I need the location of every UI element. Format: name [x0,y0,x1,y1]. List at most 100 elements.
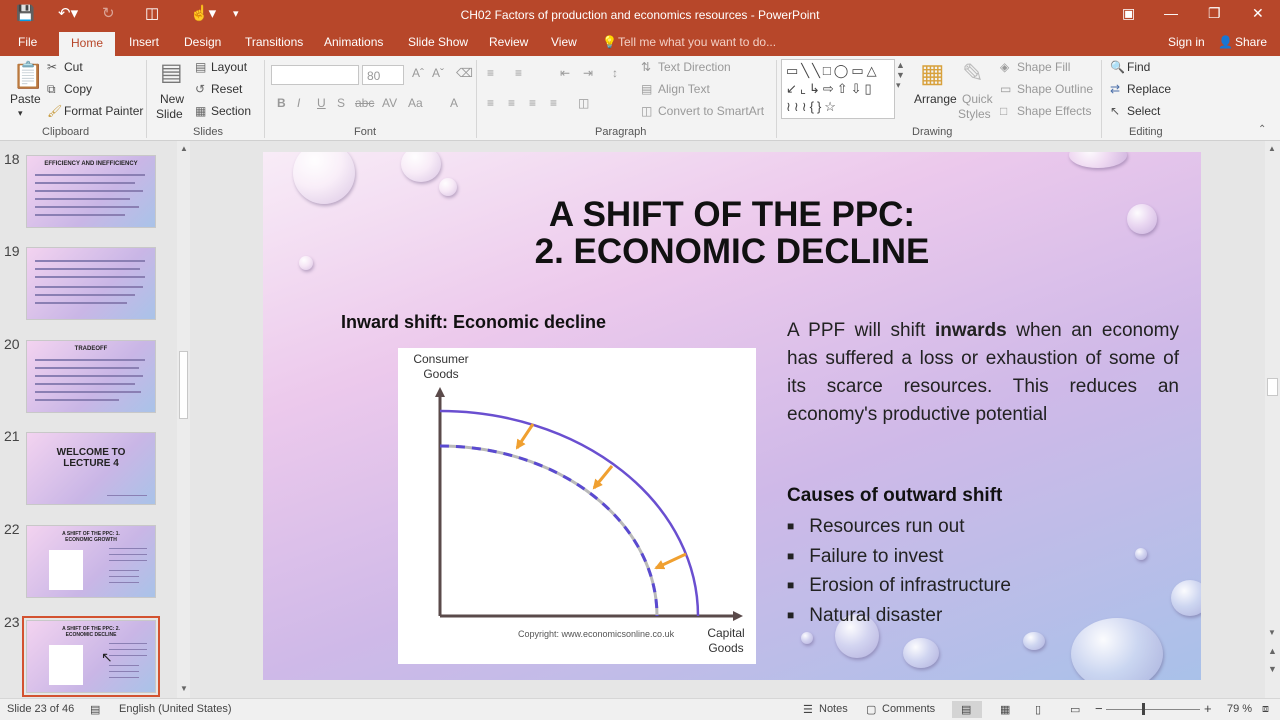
slide-sorter-icon[interactable]: ▦ [1000,703,1010,716]
zoom-slider-track[interactable] [1106,709,1200,710]
align-left-icon[interactable]: ≡ [487,96,494,110]
italic-icon[interactable]: I [297,96,300,110]
slide[interactable]: A SHIFT OF THE PPC: 2. ECONOMIC DECLINE … [263,152,1201,680]
slide-thumbnail-18[interactable]: EFFICIENCY AND INEFFICIENCY [26,155,156,228]
slide-thumbnail-20[interactable]: TRADEOFF [26,340,156,413]
minimize-icon[interactable]: — [1164,5,1178,21]
font-color-icon[interactable]: A [450,96,458,110]
tab-review[interactable]: Review [489,35,528,49]
font-name-input[interactable] [271,65,359,85]
scrollbar-thumb[interactable] [1267,378,1278,396]
slide-title[interactable]: A SHIFT OF THE PPC: 2. ECONOMIC DECLINE [463,196,1001,270]
decrease-indent-icon[interactable]: ⇤ [560,66,570,80]
char-spacing-icon[interactable]: AV [382,96,397,110]
ppc-chart-image[interactable]: Consumer Goods Capital Goods Copyright: … [398,348,756,664]
strikethrough-icon[interactable]: abc [355,96,374,110]
text-direction-button[interactable]: Text Direction [658,60,731,74]
find-icon[interactable]: 🔍 [1110,60,1125,74]
copy-button[interactable]: Copy [64,82,92,96]
new-slide-icon[interactable]: ▤ [160,58,183,87]
tab-file[interactable]: File [18,35,37,49]
quick-styles-button[interactable]: Quick [962,92,993,106]
slide-thumbnail-19[interactable] [26,247,156,320]
shape-outline-button[interactable]: Shape Outline [1017,82,1093,96]
numbering-icon[interactable]: ≡ [515,66,522,80]
scroll-down-icon[interactable]: ▼ [1268,628,1276,637]
explanation-paragraph[interactable]: A PPF will shift inwards when an economy… [787,317,1179,429]
justify-icon[interactable]: ≡ [550,96,557,110]
comments-button[interactable]: Comments [882,703,935,715]
scroll-up-icon[interactable]: ▲ [1268,144,1276,153]
arrange-button[interactable]: Arrange [914,92,957,106]
close-icon[interactable]: ✕ [1252,5,1264,22]
new-slide-label[interactable]: Slide [156,107,183,121]
reading-view-icon[interactable]: ▯ [1035,703,1041,716]
causes-list[interactable]: ■ Resources run out ■ Failure to invest ■ E… [787,512,1011,630]
paste-button[interactable]: Paste [10,92,41,106]
next-slide-icon[interactable]: ▼ [1268,664,1277,674]
paste-icon[interactable]: 📋 [12,60,44,91]
find-button[interactable]: Find [1127,60,1150,74]
zoom-slider-thumb[interactable] [1142,703,1145,715]
tab-transitions[interactable]: Transitions [245,35,303,49]
language-indicator[interactable]: English (United States) [119,703,232,715]
increase-indent-icon[interactable]: ⇥ [583,66,593,80]
tab-design[interactable]: Design [184,35,221,49]
cut-button[interactable]: Cut [64,60,83,74]
change-case-icon[interactable]: Aa [408,96,423,110]
sign-in-link[interactable]: Sign in [1168,35,1205,49]
comments-icon[interactable]: ▢ [866,703,876,716]
scrollbar-thumb[interactable] [179,351,188,419]
convert-smartart-button[interactable]: Convert to SmartArt [658,104,764,118]
slide-thumbnail-21[interactable]: WELCOME TO LECTURE 4 [26,432,156,505]
clear-formatting-icon[interactable]: ⌫ [456,66,473,80]
replace-button[interactable]: Replace [1127,82,1171,96]
new-slide-button[interactable]: New [160,92,184,106]
underline-icon[interactable]: U [317,96,326,110]
chart-heading[interactable]: Inward shift: Economic decline [341,312,606,333]
copy-icon[interactable]: ⧉ [47,82,56,97]
select-icon[interactable]: ↖ [1110,104,1120,118]
tab-insert[interactable]: Insert [129,35,159,49]
slide-thumbnail-22[interactable]: A SHIFT OF THE PPC: 1. ECONOMIC GROWTH [26,525,156,598]
previous-slide-icon[interactable]: ▲ [1268,646,1277,656]
shape-effects-icon[interactable]: □ [1000,104,1007,118]
chevron-down-icon[interactable]: ▾ [18,108,23,119]
ribbon-display-icon[interactable]: ▣ [1122,5,1135,22]
columns-icon[interactable]: ◫ [578,96,589,110]
restore-icon[interactable]: ❐ [1208,5,1221,22]
arrange-icon[interactable]: ▦ [920,58,945,89]
slide-scrollbar[interactable]: ▲ ▼ ▲ ▼ [1265,141,1280,698]
font-size-input[interactable]: 80 [362,65,404,85]
quick-styles-label[interactable]: Styles [958,107,991,121]
slide-thumbnail-23[interactable]: A SHIFT OF THE PPC: 2. ECONOMIC DECLINE … [26,620,156,693]
replace-icon[interactable]: ⇄ [1110,82,1120,96]
select-button[interactable]: Select [1127,104,1160,118]
smartart-icon[interactable]: ◫ [641,104,652,118]
shape-outline-icon[interactable]: ▭ [1000,82,1011,96]
cut-icon[interactable]: ✂ [47,60,57,74]
section-button[interactable]: Section [211,104,251,118]
align-text-icon[interactable]: ▤ [641,82,652,96]
normal-view-icon[interactable]: ▤ [961,703,971,716]
align-center-icon[interactable]: ≡ [508,96,515,110]
grow-font-icon[interactable]: Aˆ [412,66,424,80]
format-painter-button[interactable]: Format Painter [64,104,143,118]
text-direction-icon[interactable]: ⇅ [641,60,651,74]
quick-styles-icon[interactable]: ✎ [962,58,984,89]
format-painter-icon[interactable]: 🖌 [47,104,62,118]
shrink-font-icon[interactable]: Aˇ [432,66,444,80]
tab-home[interactable]: Home [59,32,116,56]
layout-button[interactable]: Layout [211,60,247,74]
spell-check-icon[interactable]: ▤ [90,703,100,716]
notes-icon[interactable]: ☰ [803,703,813,716]
shapes-gallery[interactable]: ▭╲╲□◯▭△ ↙⌞↳⇨⇧⇩▯ ≀≀≀{}☆ [781,59,895,119]
zoom-level[interactable]: 79 % [1227,703,1252,715]
gallery-more-icon[interactable]: ▲ ▼ ▾ [896,60,905,91]
share-button[interactable]: Share [1235,35,1267,49]
share-icon[interactable]: 👤 [1218,35,1233,49]
reset-button[interactable]: Reset [211,82,242,96]
slideshow-view-icon[interactable]: ▭ [1070,703,1080,716]
scroll-down-icon[interactable]: ▼ [180,684,188,693]
section-icon[interactable]: ▦ [195,104,206,118]
